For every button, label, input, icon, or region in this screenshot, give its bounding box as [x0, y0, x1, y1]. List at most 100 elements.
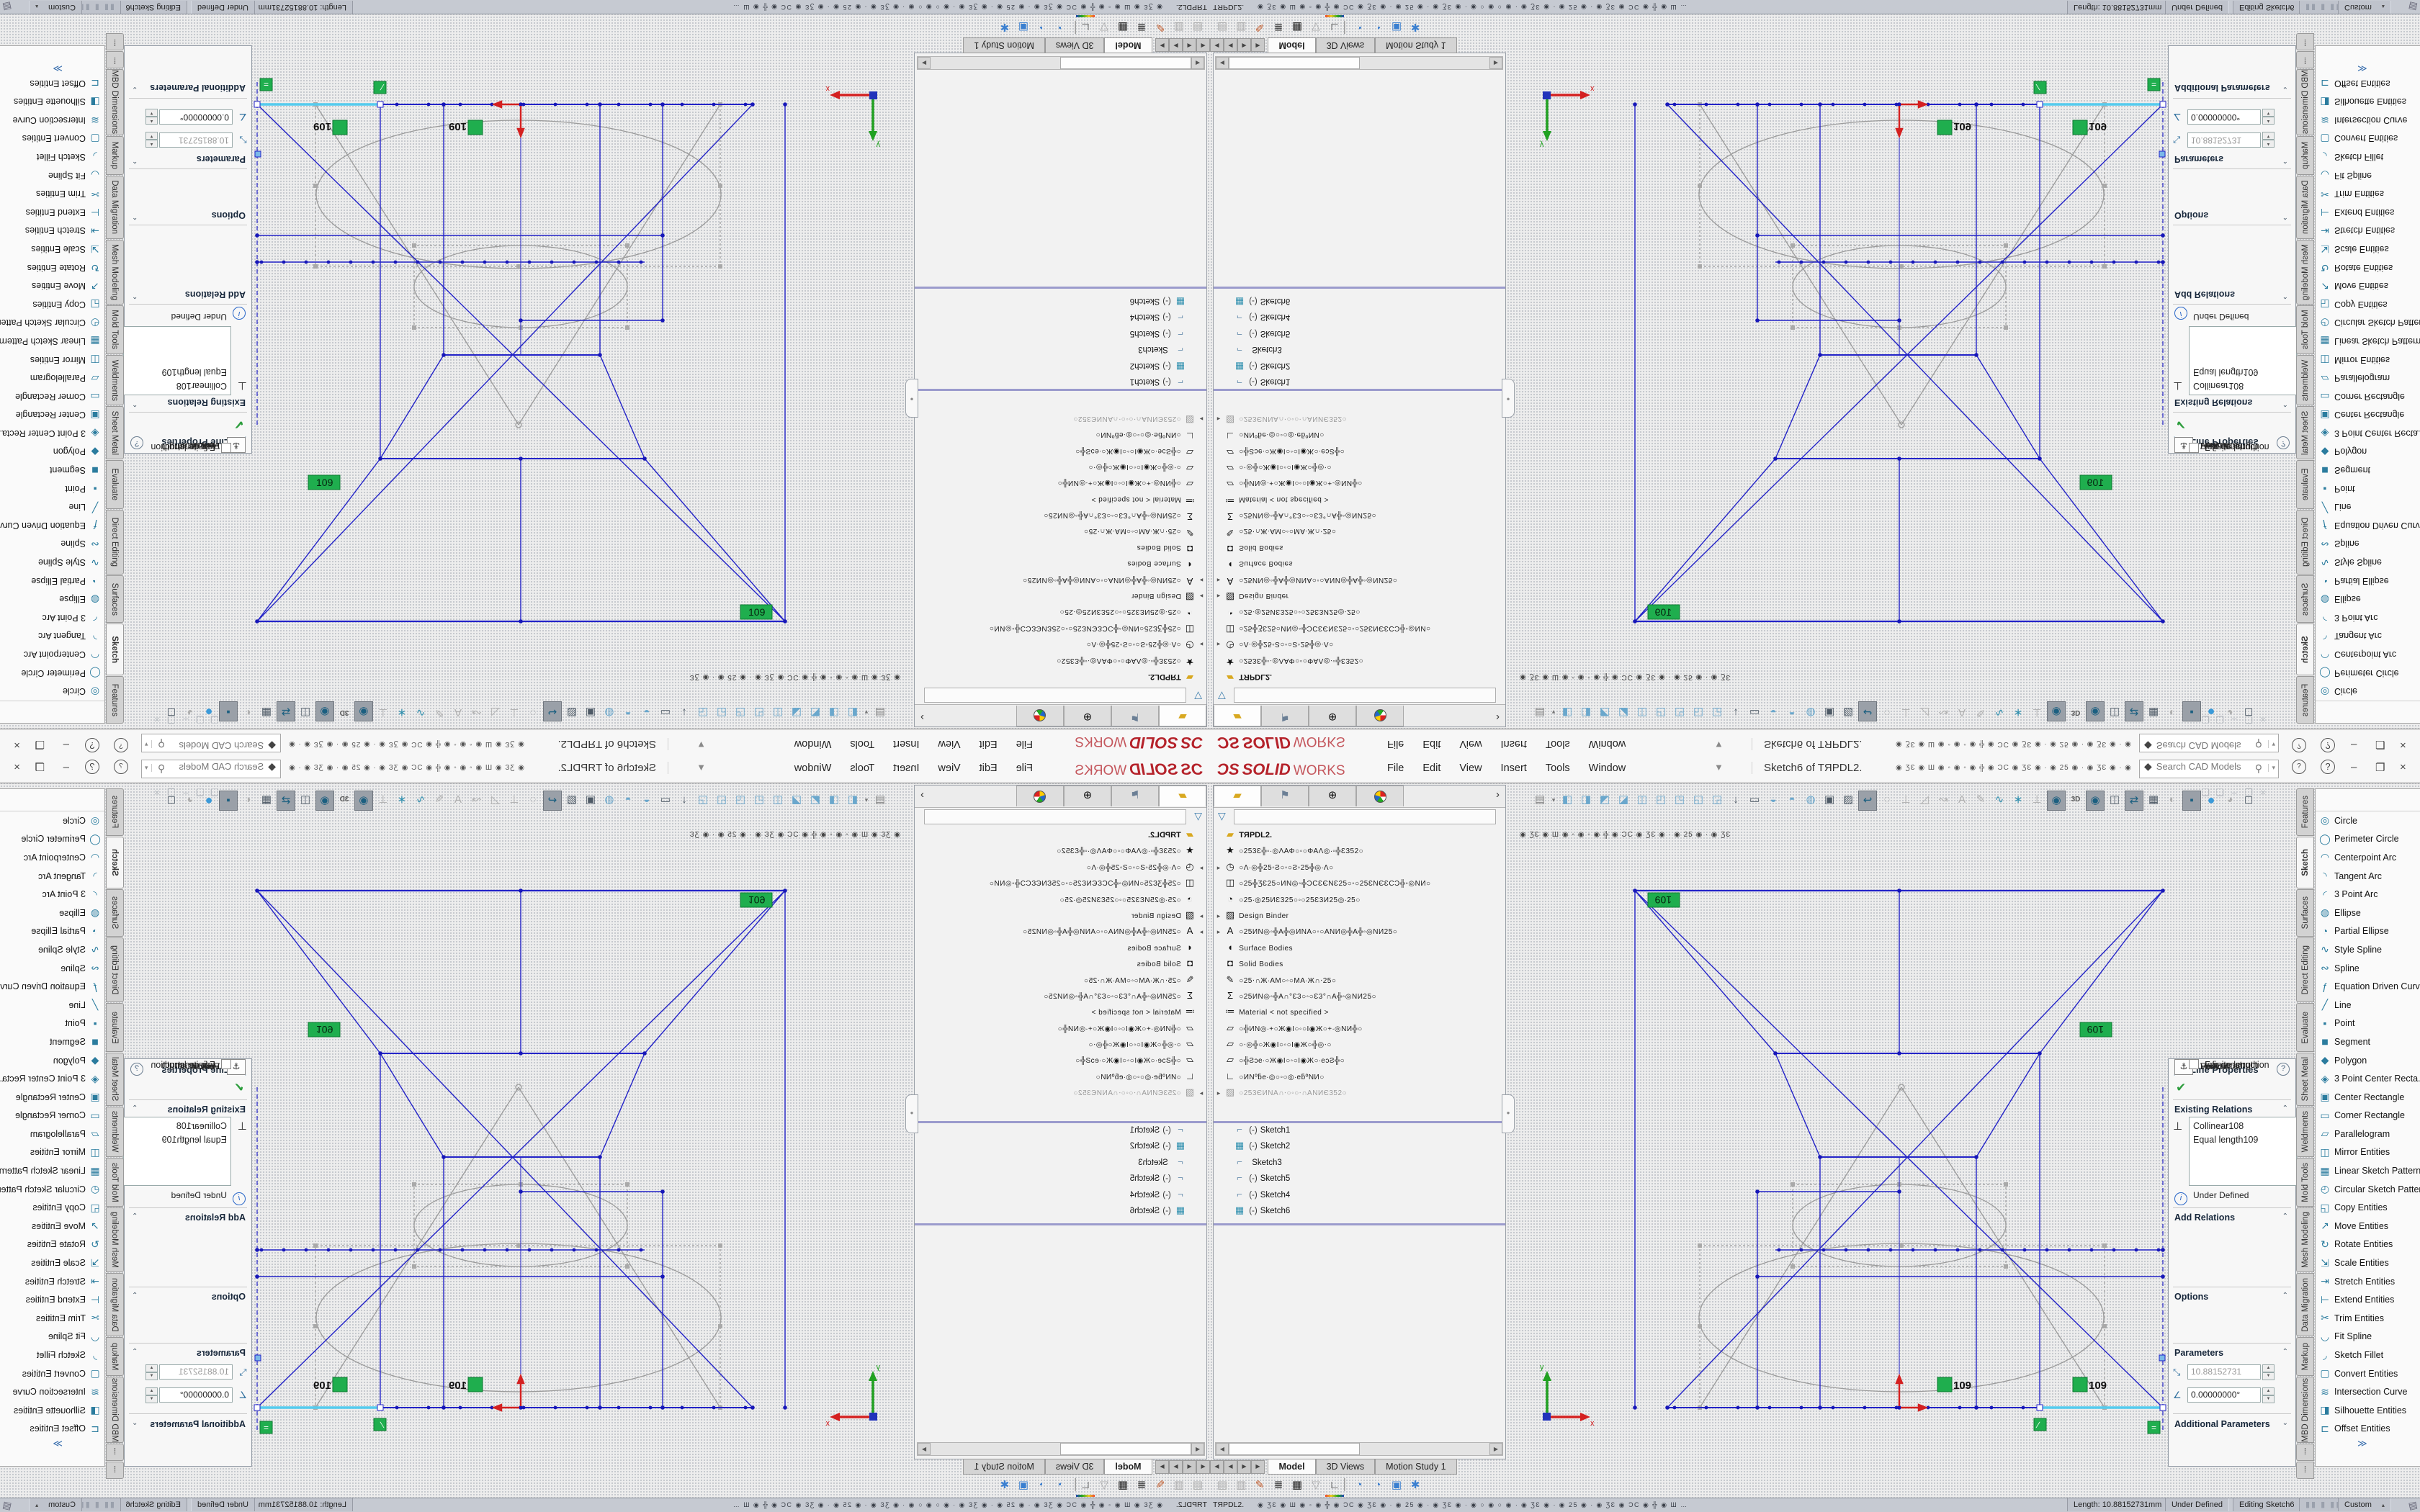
- units-dropdown-icon[interactable]: ▴: [35, 1502, 38, 1508]
- ghost-window-icon[interactable]: ❏: [2198, 714, 2213, 725]
- command-tab[interactable]: ⁞: [2296, 51, 2314, 68]
- tab-nav-icon[interactable]: ◀: [1183, 38, 1196, 52]
- sketch-tool-item[interactable]: ◠ Centerpoint Arc: [2316, 848, 2420, 867]
- sketch-tool-item[interactable]: ◫ Mirror Entities: [0, 1143, 104, 1162]
- sketch-tool-item[interactable]: ▣ Center Rectangle: [0, 406, 104, 425]
- ghost-window-icon[interactable]: –: [2227, 787, 2241, 798]
- sketch-row[interactable]: ⌐ (-)Sketch4: [915, 1189, 1206, 1205]
- sketch-tool-item[interactable]: ◈ 3 Point Center Recta...: [0, 1069, 104, 1088]
- relation-badge-equal[interactable]: =: [260, 1421, 272, 1434]
- sketch-tool-item[interactable]: ✂ Trim Entities: [2316, 184, 2420, 203]
- tree-row[interactable]: ▸◷ ○Λ∙◎╬25◦Ƨ○◦○Ƨ◦25╬◎∙Λ○: [1214, 861, 1505, 877]
- tree-row[interactable]: ◘ Solid Bodies: [915, 538, 1206, 554]
- sketch-tool-item[interactable]: ⊏ Offset Entities: [2316, 1420, 2420, 1439]
- tree-row[interactable]: ◔ ○25∙◎25ИƐ325○◦○25Ɛ3И25◎∙25○: [1214, 603, 1505, 618]
- ghost-window-icon[interactable]: ❏: [207, 714, 222, 725]
- angle-field[interactable]: 0.00000000°: [2187, 109, 2261, 125]
- scroll-thumb[interactable]: [1060, 57, 1191, 69]
- tree-row[interactable]: ▸◷ ○Λ∙◎╬25◦Ƨ○◦○Ƨ◦25╬◎∙Λ○: [1214, 635, 1505, 651]
- bottom-toolbar-icon[interactable]: ◔: [1052, 17, 1070, 36]
- filter-input[interactable]: [924, 809, 1186, 824]
- tree-splitter[interactable]: [1214, 389, 1505, 391]
- sketch-tool-item[interactable]: ↻ Rotate Entities: [2316, 1236, 2420, 1254]
- sketch-tool-item[interactable]: ◠ Centerpoint Arc: [0, 848, 104, 867]
- bottom-toolbar-icon[interactable]: ▣: [1387, 17, 1406, 36]
- command-tab[interactable]: Weldments: [2296, 355, 2314, 405]
- tree-row[interactable]: ◫ ○25╬ƷƐ25○ИΝ◎◦╬ƆСƐЄΝƐ25○◦○25ƐΝЄƐСƆ╬◦◎ΝИ…: [915, 618, 1206, 634]
- document-tab[interactable]: 3D Views: [1316, 37, 1376, 53]
- tab-propertymanager[interactable]: ⚑: [1261, 786, 1309, 806]
- restore-button[interactable]: ❐: [35, 761, 45, 774]
- sketch-row[interactable]: ⌐ (-)Sketch1: [1214, 1124, 1505, 1140]
- view-toolbar-icon[interactable]: ∿: [412, 703, 429, 721]
- sketch-row[interactable]: ⌐ (-)Sketch5: [1214, 323, 1505, 339]
- bottom-toolbar-icon[interactable]: ✱: [1406, 1476, 1425, 1495]
- view-toolbar-icon[interactable]: ◉: [2086, 791, 2105, 811]
- checkbox[interactable]: [2189, 443, 2199, 453]
- view-toolbar-icon[interactable]: ◫: [2106, 791, 2123, 809]
- bottom-toolbar-icon[interactable]: ◔: [1033, 1476, 1052, 1495]
- sketch-tool-item[interactable]: ◜ 3 Point Arc: [2316, 885, 2420, 904]
- bottom-toolbar-icon[interactable]: ✱: [1406, 17, 1425, 36]
- tree-row[interactable]: ▱ ○╬Ƨɔе∙○Ж◉Ι○◦○Ι◉Ж○∙еɔƧ╬○: [1214, 441, 1505, 457]
- sketch-row[interactable]: ▦ (-)Sketch6: [1214, 1205, 1505, 1220]
- sketch-tool-item[interactable]: ◡ Fit Spline: [0, 166, 104, 185]
- document-tab[interactable]: Model: [1268, 37, 1315, 53]
- menu-item[interactable]: Insert: [893, 738, 919, 750]
- view-toolbar-icon[interactable]: ◉: [2086, 701, 2105, 721]
- view-toolbar-icon[interactable]: ◨: [1577, 703, 1595, 721]
- tree-row[interactable]: ▸A ○25ИΝ◎◦╬Α╬◎ИΝΑ○◦○ΑΝИ◎╬Α╬◦◎ΝИ25○: [1214, 570, 1505, 586]
- minimize-button[interactable]: –: [2351, 761, 2357, 773]
- view-toolbar-icon[interactable]: ◓: [619, 791, 637, 809]
- expand-arrow-icon[interactable]: ▸: [1214, 640, 1224, 648]
- bottom-toolbar-icon[interactable]: ∟: [1325, 15, 1344, 36]
- sketch-tool-item[interactable]: ◈ 3 Point Center Recta...: [2316, 1069, 2420, 1088]
- relation-badge-collinear[interactable]: ∕: [2034, 81, 2046, 94]
- command-tab[interactable]: Evaluate: [2296, 1003, 2314, 1052]
- view-toolbar-icon[interactable]: ⊥: [1897, 703, 1914, 721]
- sketch-row[interactable]: ▦ (-)Sketch6: [1214, 292, 1505, 307]
- sketch-tool-item[interactable]: ◫ Mirror Entities: [0, 351, 104, 369]
- account-icon[interactable]: ?: [2292, 760, 2306, 774]
- dimension-tag-bottom-1[interactable]: 109: [1937, 120, 1971, 135]
- tab-nav-icon[interactable]: ▶: [1169, 38, 1183, 52]
- sketch-tool-item[interactable]: ▣ Center Rectangle: [0, 1088, 104, 1107]
- pin-icon[interactable]: ▼: [696, 739, 706, 750]
- view-toolbar-icon[interactable]: ⇄: [2125, 701, 2143, 721]
- menu-more-chevron[interactable]: ≫: [0, 63, 63, 74]
- tab-nav-icon[interactable]: ◀: [1196, 38, 1210, 52]
- command-tab[interactable]: ⁞: [106, 51, 124, 68]
- ghost-window-icon[interactable]: ×: [150, 714, 164, 725]
- close-button[interactable]: ×: [14, 761, 20, 773]
- command-tab[interactable]: Direct Editing: [2296, 937, 2314, 1002]
- ghost-window-icon[interactable]: ❏: [193, 787, 207, 798]
- bottom-toolbar-icon[interactable]: ▣: [1387, 1476, 1406, 1495]
- view-toolbar-icon[interactable]: ◍: [1802, 791, 1819, 809]
- expand-arrow-icon[interactable]: ▸: [1214, 1089, 1224, 1097]
- sketch-tool-item[interactable]: ▢ Convert Entities: [2316, 130, 2420, 148]
- tab-nav-icon[interactable]: ◀: [1210, 1460, 1224, 1474]
- expand-arrow-icon[interactable]: ▸: [1196, 415, 1206, 423]
- sketch-tool-item[interactable]: ◞ Sketch Fillet: [0, 1346, 104, 1364]
- menu-item[interactable]: Tools: [850, 738, 874, 750]
- search-icon[interactable]: ⚲: [2255, 737, 2262, 750]
- search-icon[interactable]: ⚲: [158, 762, 165, 775]
- bottom-toolbar-icon[interactable]: ≣: [1269, 1476, 1288, 1495]
- tree-row-part[interactable]: ▰ TЯPDL2.: [1214, 667, 1505, 683]
- command-tab[interactable]: Sheet Metal: [106, 406, 124, 459]
- sketch-tool-item[interactable]: ◾ Segment: [2316, 1032, 2420, 1051]
- search-input[interactable]: ◆Search CAD Models ⚲ ▾: [2139, 734, 2279, 752]
- view-toolbar-icon[interactable]: A: [1953, 703, 1971, 721]
- relation-item[interactable]: Equal length109: [127, 1133, 227, 1147]
- tree-row[interactable]: ✎ ○25⋅∩Ж∙ΑΜ○◦○ΜΑ∙Ж∩⋅25○: [915, 974, 1206, 990]
- sketch-row[interactable]: ⌐ (-)Sketch5: [915, 1172, 1206, 1188]
- view-toolbar-icon[interactable]: 3D: [336, 703, 353, 721]
- account-icon[interactable]: ?: [114, 760, 128, 774]
- sketch-tool-item[interactable]: ◨ Silhouette Entities: [2316, 92, 2420, 111]
- sketch-row[interactable]: ⌐ (-)Sketch4: [1214, 1189, 1505, 1205]
- view-toolbar-icon[interactable]: ↩: [1858, 701, 1877, 721]
- view-toolbar-icon[interactable]: ▭: [657, 703, 674, 721]
- tree-horizontal-scrollbar[interactable]: ◀ ▶: [1215, 56, 1503, 70]
- view-toolbar-icon[interactable]: ◲: [694, 703, 712, 721]
- help-icon[interactable]: ?: [85, 738, 99, 752]
